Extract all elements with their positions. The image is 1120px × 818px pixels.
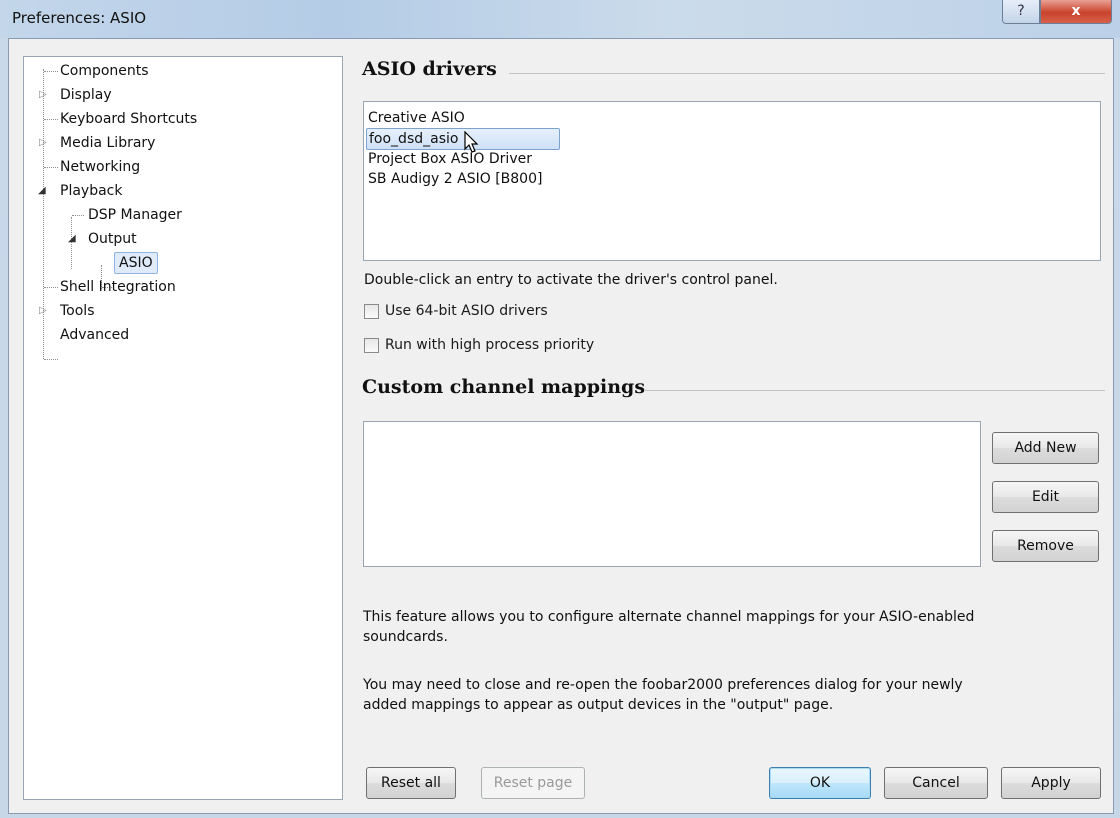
remove-button[interactable]: Remove (992, 530, 1099, 562)
tree-item-advanced[interactable]: Advanced (60, 325, 129, 345)
close-button[interactable]: x (1040, 0, 1112, 24)
channel-mappings-heading: Custom channel mappings (362, 376, 646, 398)
expand-arrow-icon[interactable]: ▷ (39, 85, 47, 105)
tree-connector (44, 119, 58, 120)
driver-list-item-selected[interactable]: foo_dsd_asio (366, 128, 560, 150)
section-divider (645, 390, 1105, 391)
tree-item-playback[interactable]: Playback (60, 181, 122, 201)
cancel-button[interactable]: Cancel (884, 767, 988, 799)
ok-button[interactable]: OK (769, 767, 871, 799)
add-new-button[interactable]: Add New (992, 432, 1099, 464)
help-button[interactable]: ? (1002, 0, 1040, 24)
section-divider (509, 73, 1105, 74)
driver-list-item[interactable]: Project Box ASIO Driver (368, 149, 532, 169)
reset-page-button[interactable]: Reset page (481, 767, 585, 799)
collapse-arrow-icon[interactable]: ◢ (68, 229, 76, 249)
preferences-tree[interactable]: Components ▷ Display Keyboard Shortcuts … (23, 56, 343, 800)
tree-item-asio[interactable]: ASIO (114, 252, 158, 274)
window-title: Preferences: ASIO (12, 9, 147, 27)
tree-connector (44, 359, 58, 360)
driver-hint-text: Double-click an entry to activate the dr… (364, 272, 778, 288)
tree-item-networking[interactable]: Networking (60, 157, 140, 177)
dialog-client-area: Components ▷ Display Keyboard Shortcuts … (8, 38, 1114, 814)
tree-connector (44, 71, 58, 72)
expand-arrow-icon[interactable]: ▷ (39, 133, 47, 153)
tree-item-shell-integration[interactable]: Shell Integration (60, 277, 176, 297)
mappings-info-text: This feature allows you to configure alt… (363, 609, 975, 645)
channel-mappings-list[interactable] (363, 421, 981, 567)
tree-connector (72, 215, 84, 216)
tree-connector (44, 167, 58, 168)
asio-drivers-heading: ASIO drivers (362, 58, 497, 80)
use-64bit-checkbox[interactable] (364, 303, 379, 319)
tree-item-dsp-manager[interactable]: DSP Manager (88, 205, 182, 225)
reset-all-button[interactable]: Reset all (366, 767, 456, 799)
high-priority-row[interactable]: Run with high process priority (364, 337, 594, 353)
use-64bit-row[interactable]: Use 64-bit ASIO drivers (364, 303, 548, 319)
collapse-arrow-icon[interactable]: ◢ (38, 181, 46, 201)
edit-button[interactable]: Edit (992, 481, 1099, 513)
driver-list-item[interactable]: Creative ASIO (368, 108, 465, 128)
preferences-window: Preferences: ASIO ? x Components ▷ Displ… (0, 0, 1120, 818)
tree-item-media-library[interactable]: Media Library (60, 133, 155, 153)
high-priority-label: Run with high process priority (385, 337, 595, 353)
tree-item-output[interactable]: Output (88, 229, 137, 249)
title-bar[interactable]: Preferences: ASIO ? x (0, 0, 1120, 38)
apply-button[interactable]: Apply (1001, 767, 1101, 799)
mappings-note-text: You may need to close and re-open the fo… (363, 677, 963, 713)
high-priority-checkbox[interactable] (364, 337, 379, 353)
tree-item-display[interactable]: Display (60, 85, 112, 105)
use-64bit-label: Use 64-bit ASIO drivers (385, 303, 548, 319)
tree-connector (44, 287, 58, 288)
tree-item-components[interactable]: Components (60, 61, 149, 81)
expand-arrow-icon[interactable]: ▷ (39, 301, 47, 321)
tree-item-tools[interactable]: Tools (60, 301, 95, 321)
tree-item-keyboard-shortcuts[interactable]: Keyboard Shortcuts (60, 109, 197, 129)
asio-driver-list[interactable]: Creative ASIO foo_dsd_asio Project Box A… (363, 101, 1101, 261)
driver-list-item[interactable]: SB Audigy 2 ASIO [B800] (368, 169, 542, 189)
mouse-cursor-icon (464, 131, 479, 153)
